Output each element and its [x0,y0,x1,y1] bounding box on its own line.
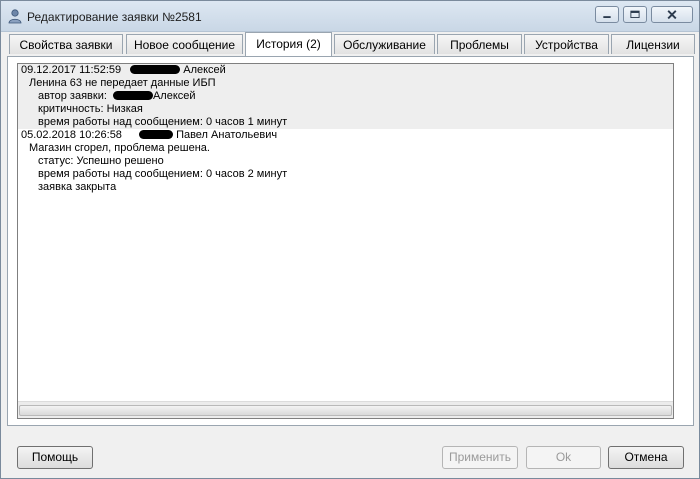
tab-new-message[interactable]: Новое сообщение [126,34,243,54]
entry-header: 09.12.2017 11:52:59 Алексей [21,64,673,77]
scrollbar-thumb[interactable] [19,405,672,416]
entry-author: Павел Анатольевич [176,129,278,141]
history-entry[interactable]: 05.02.2018 10:26:58 Павел Анатольевич Ма… [18,129,673,194]
entry-datetime: 05.02.2018 10:26:58 [21,129,122,141]
tab-history[interactable]: История (2) [245,32,332,56]
detail-label: время работы над сообщением: [38,168,203,180]
minimize-button[interactable] [595,6,619,23]
detail-label: статус: [38,155,74,167]
detail-value: Низкая [106,103,143,115]
entry-detail: время работы над сообщением: 0 часов 2 м… [21,168,673,181]
entry-message: Магазин сгорел, проблема решена. [29,142,210,154]
edit-request-window: Редактирование заявки №2581 Свойства зая… [0,0,700,479]
entry-detail: автор заявки: Алексей [21,90,673,103]
detail-value: 0 часов 2 минут [205,168,288,180]
tab-request-properties[interactable]: Свойства заявки [9,34,123,54]
entry-detail: заявка закрыта [21,181,673,194]
tab-strip: Свойства заявки Новое сообщение История … [7,32,697,57]
detail-value: Алексей [152,90,196,102]
tab-devices[interactable]: Устройства [524,34,609,54]
redacted-name [112,91,153,100]
history-list[interactable]: 09.12.2017 11:52:59 Алексей Ленина 63 не… [17,63,674,419]
entry-message: Ленина 63 не передает данные ИБП [29,77,216,89]
tab-problems[interactable]: Проблемы [437,34,522,54]
help-button[interactable]: Помощь [17,446,93,469]
user-icon [8,9,22,24]
redacted-name [130,65,181,74]
minimize-icon [603,16,611,18]
tab-licenses[interactable]: Лицензии [611,34,695,54]
tab-service[interactable]: Обслуживание [334,34,435,54]
entry-author: Алексей [183,64,226,76]
detail-value: Успешно решено [76,155,164,167]
maximize-icon [630,10,640,18]
history-tab-panel: 09.12.2017 11:52:59 Алексей Ленина 63 не… [7,56,694,426]
detail-value: заявка закрыта [38,181,117,193]
detail-label: время работы над сообщением: [38,116,203,128]
entry-datetime: 09.12.2017 11:52:59 [21,64,122,76]
close-icon [667,10,677,20]
redacted-name [139,130,173,139]
close-button[interactable] [651,6,693,23]
window-title: Редактирование заявки №2581 [27,10,202,24]
detail-label: автор заявки: [38,90,107,102]
cancel-button[interactable]: Отмена [608,446,684,469]
apply-button[interactable]: Применить [442,446,518,469]
horizontal-scrollbar[interactable] [18,401,673,418]
entry-detail: время работы над сообщением: 0 часов 1 м… [21,116,673,129]
entry-detail: критичность: Низкая [21,103,673,116]
entry-header: 05.02.2018 10:26:58 Павел Анатольевич [21,129,673,142]
entry-detail: статус: Успешно решено [21,155,673,168]
title-bar[interactable]: Редактирование заявки №2581 [1,1,699,32]
detail-label: критичность: [38,103,104,115]
ok-button[interactable]: Ok [526,446,601,469]
maximize-button[interactable] [623,6,647,23]
detail-value: 0 часов 1 минут [205,116,288,128]
history-entry[interactable]: 09.12.2017 11:52:59 Алексей Ленина 63 не… [18,64,673,129]
